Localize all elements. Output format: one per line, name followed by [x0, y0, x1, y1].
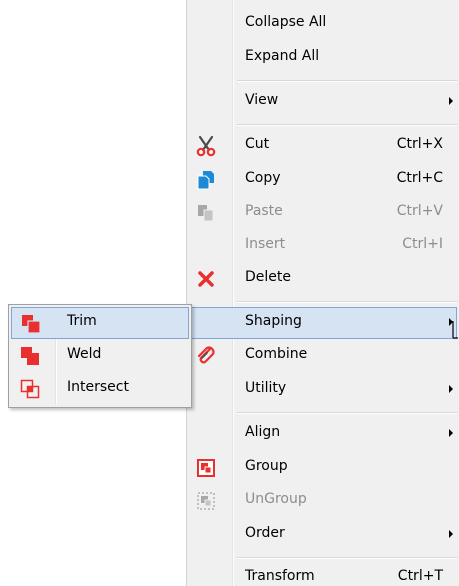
- menu-item-order[interactable]: Order: [189, 519, 457, 551]
- trim-icon: [20, 313, 42, 335]
- menu-item-label: Expand All: [245, 48, 320, 64]
- menu-item-shortcut: Ctrl+C: [396, 170, 443, 186]
- menu-item-combine[interactable]: Combine: [189, 340, 457, 372]
- submenu-item-trim[interactable]: Trim: [11, 307, 189, 339]
- menu-item-label: Align: [245, 424, 281, 440]
- submenu-item-intersect[interactable]: Intersect: [11, 373, 189, 405]
- menu-item-insert[interactable]: Insert Ctrl+I: [189, 230, 457, 262]
- group-icon: [195, 457, 217, 479]
- submenu-item-label: Intersect: [67, 379, 129, 395]
- scissors-icon: [195, 135, 217, 157]
- submenu-item-label: Weld: [67, 346, 102, 362]
- menu-item-label: View: [245, 92, 279, 108]
- menu-item-label: Group: [245, 458, 288, 474]
- menu-item-label: Utility: [245, 380, 287, 396]
- menu-separator: [237, 301, 457, 303]
- menu-item-cut[interactable]: Cut Ctrl+X: [189, 130, 457, 162]
- menu-item-view[interactable]: View: [189, 86, 457, 118]
- menu-item-shortcut: Ctrl+I: [402, 236, 443, 252]
- menu-item-label: Delete: [245, 269, 291, 285]
- submenu-arrow-icon: [449, 429, 453, 437]
- menu-item-label: Transform: [245, 568, 315, 584]
- menu-item-ungroup[interactable]: UnGroup: [189, 485, 457, 517]
- menu-item-label: UnGroup: [245, 491, 307, 507]
- intersect-icon: [19, 378, 41, 400]
- menu-item-expand-all[interactable]: Expand All: [189, 42, 457, 74]
- menu-item-label: Insert: [245, 236, 286, 252]
- menu-item-delete[interactable]: Delete: [189, 263, 457, 295]
- submenu-arrow-icon: [449, 385, 453, 393]
- menu-item-utility[interactable]: Utility: [189, 374, 457, 406]
- menu-separator: [237, 412, 457, 414]
- menu-item-copy[interactable]: Copy Ctrl+C: [189, 164, 457, 196]
- menu-item-shaping[interactable]: Shaping: [189, 307, 457, 339]
- menu-item-transform[interactable]: Transform Ctrl+T: [189, 562, 457, 586]
- menu-item-label: Collapse All: [245, 14, 327, 30]
- submenu-item-label: Trim: [67, 313, 97, 329]
- menu-separator: [237, 124, 457, 126]
- paperclip-icon: [195, 345, 217, 367]
- submenu-arrow-icon: [449, 97, 453, 105]
- menu-item-shortcut: Ctrl+T: [397, 568, 443, 584]
- shaping-submenu: Trim Weld Intersect: [8, 304, 192, 408]
- menu-item-label: Cut: [245, 136, 270, 152]
- menu-item-shortcut: Ctrl+V: [396, 203, 443, 219]
- copy-icon: [195, 169, 217, 191]
- menu-item-align[interactable]: Align: [189, 418, 457, 450]
- menu-item-paste[interactable]: Paste Ctrl+V: [189, 197, 457, 229]
- menu-item-group[interactable]: Group: [189, 452, 457, 484]
- weld-icon: [19, 345, 41, 367]
- menu-item-label: Order: [245, 525, 285, 541]
- menu-item-collapse-all[interactable]: Collapse All: [189, 8, 457, 40]
- context-menu: Collapse All Expand All View Cut Ctrl+X: [186, 0, 459, 586]
- menu-separator: [237, 80, 457, 82]
- submenu-arrow-icon: [449, 530, 453, 538]
- delete-x-icon: [195, 268, 217, 290]
- mouse-cursor-icon: [450, 320, 459, 340]
- menu-separator: [237, 557, 457, 559]
- menu-item-label: Paste: [245, 203, 283, 219]
- menu-item-label: Combine: [245, 346, 308, 362]
- ungroup-icon: [195, 490, 217, 512]
- paste-icon: [195, 202, 217, 224]
- menu-item-label: Copy: [245, 170, 281, 186]
- menu-item-label: Shaping: [245, 313, 302, 329]
- menu-item-shortcut: Ctrl+X: [396, 136, 443, 152]
- submenu-item-weld[interactable]: Weld: [11, 340, 189, 372]
